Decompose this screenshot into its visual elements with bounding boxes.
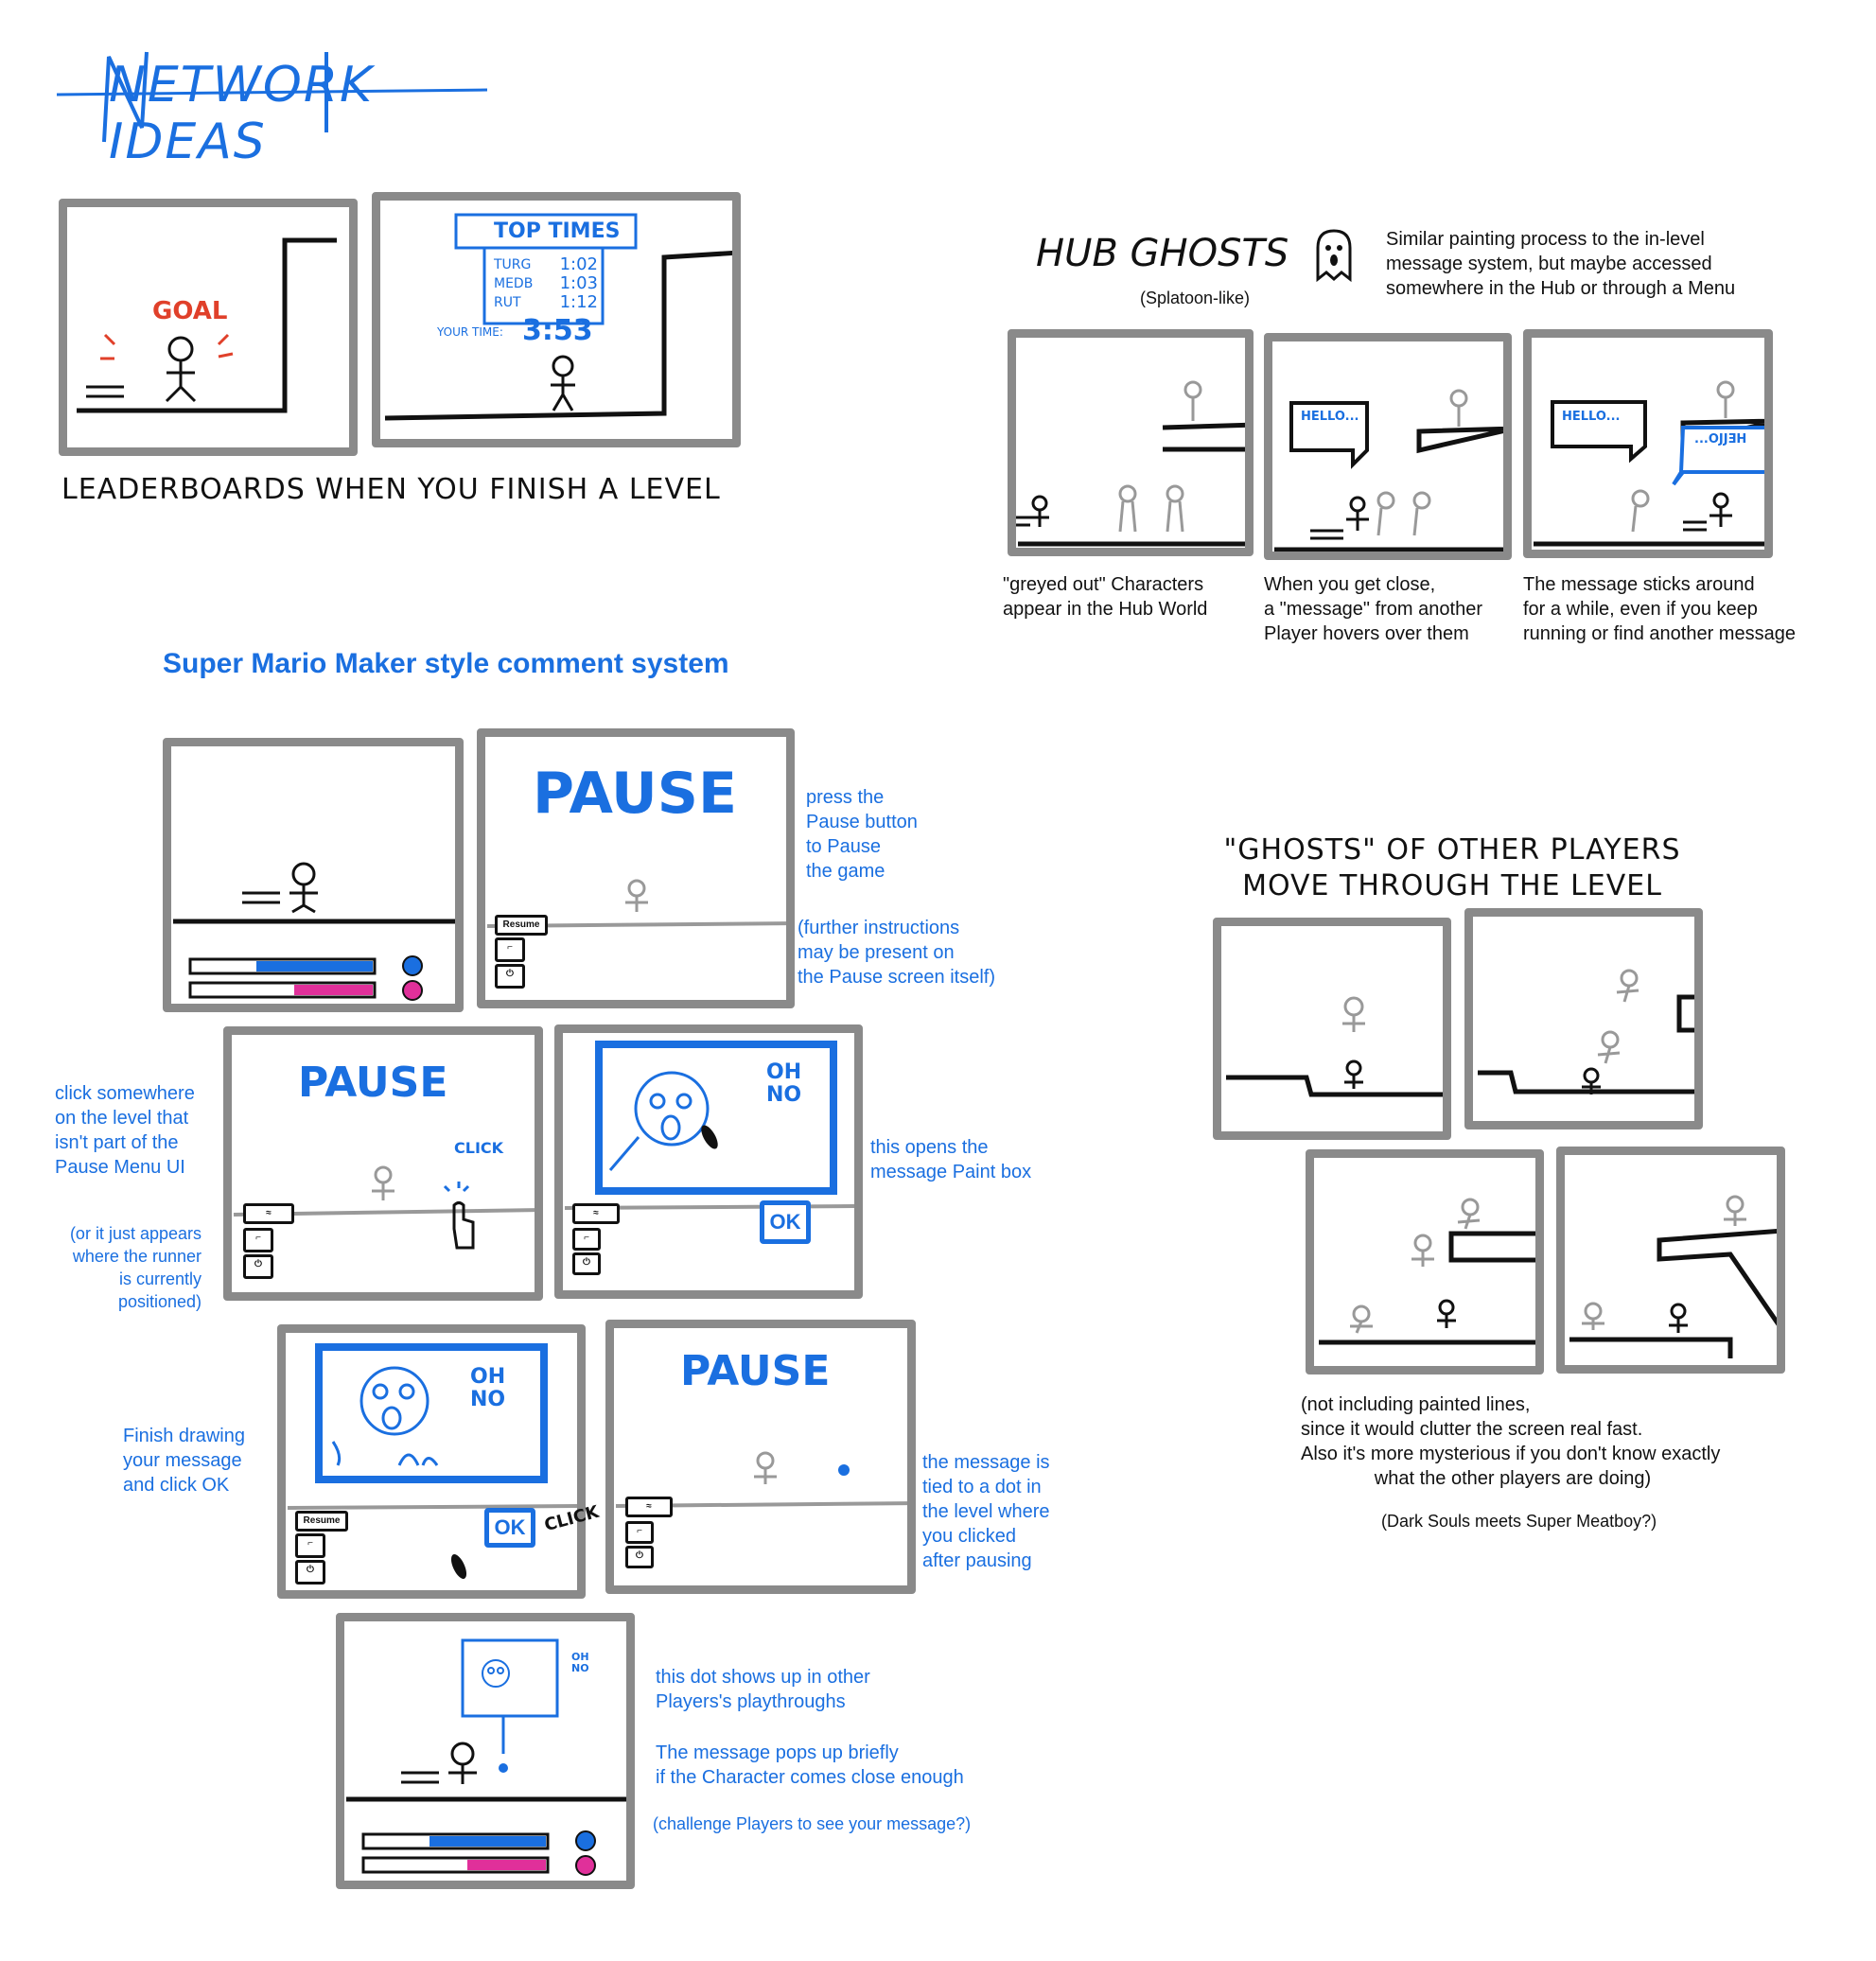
note-tied-to-dot: the message is tied to a dot in the leve… [922,1452,1050,1571]
times-list: TURG 1:02 MEDB 1:03 RUT 1:12 [494,255,598,312]
ghost-scene-1 [1226,996,1443,1097]
ghost-players-footnote: (Dark Souls meets Super Meatboy?) [1381,1512,1657,1531]
resume-button[interactable]: ≈ [572,1203,620,1224]
paint-scene [564,1041,854,1210]
title-block: NETWORK IDEAS [52,38,497,170]
options-button[interactable]: ⌐ [243,1228,273,1252]
note-opens-paint: this opens the message Paint box [870,1137,1032,1182]
resume-button[interactable]: ≈ [243,1203,294,1224]
leaderboard-panel-goal: GOAL [59,199,358,456]
your-time-value: 3:53 [522,314,593,347]
hub-panel-1 [1008,329,1254,556]
ghost-scene-4 [1569,1195,1777,1358]
hub-caption-3: The message sticks around for a while, e… [1523,574,1796,644]
leaderboard-caption: LEADERBOARDS WHEN YOU FINISH A LEVEL [61,473,721,506]
times-row: RUT 1:12 [494,292,598,312]
power-button[interactable]: ⏻ [243,1254,273,1279]
comment-panel-message-pops: OH NO [336,1613,635,1889]
hub-bubble-text-left: HELLO... [1562,410,1621,424]
ghost-scene-2 [1478,969,1694,1094]
hub-panel-2: HELLO... [1264,333,1512,560]
power-button[interactable]: ⏻ [625,1546,654,1568]
note-pops-up: The message pops up briefly if the Chara… [656,1742,964,1788]
resume-button[interactable]: Resume [295,1511,348,1532]
ghost-players-note: (not including painted lines, since it w… [1301,1394,1721,1489]
ok-button[interactable]: OK [760,1200,811,1244]
options-button[interactable]: ⌐ [625,1521,654,1544]
hub-scene-1 [1016,380,1245,547]
click-text: CLICK [454,1139,504,1157]
ghost-panel-1 [1213,918,1451,1140]
comment-panel-finish: OH NO Resume ⌐ ⏻ OK [277,1324,586,1599]
hub-ghosts-description: Similar painting process to the in-level… [1386,229,1736,299]
hub-caption-1: "greyed out" Characters appear in the Hu… [1003,574,1208,620]
times-row: TURG 1:02 [494,254,598,274]
resume-button[interactable]: Resume [495,915,548,936]
comment-panel-click: PAUSE CLICK ≈ ⌐ ⏻ [223,1026,543,1301]
hub-caption-2: When you get close, a "message" from ano… [1264,574,1482,644]
goal-text: GOAL [152,297,228,325]
note-press-pause: press the Pause button to Pause the game [806,787,918,882]
ghost-panel-4 [1556,1147,1785,1374]
note-dot-shows: this dot shows up in other Players's pla… [656,1667,870,1712]
oh-no-text: OH NO [571,1651,589,1674]
note-or-appears: (or it just appears where the runner is … [69,1224,202,1311]
hub-ghosts-subheading: (Splatoon-like) [1140,289,1251,307]
pause-text: PAUSE [533,761,737,827]
ghost-panel-3 [1306,1149,1544,1374]
ghost-scene-3 [1319,1198,1535,1345]
your-time-label: YOUR TIME: [437,325,503,339]
note-click-somewhere: click somewhere on the level that isn't … [55,1083,195,1178]
hub-ghosts-heading: HUB GHOSTS [1036,232,1289,275]
finish-scene [287,1343,577,1579]
hub-bubble-text-mirrored: ...OJJƎH [1694,432,1747,446]
gameplay-scene [173,862,455,1001]
comment-panel-paint: OH NO ≈ ⌐ ⏻ OK [554,1024,863,1299]
power-button[interactable]: ⏻ [495,964,525,989]
resume-button[interactable]: ≈ [625,1497,673,1517]
note-finish-drawing: Finish drawing your message and click OK [123,1426,245,1496]
comment-panel-dot: PAUSE ≈ ⌐ ⏻ [605,1320,916,1594]
power-button[interactable]: ⏻ [572,1252,601,1275]
options-button[interactable]: ⌐ [495,937,525,962]
leaderboard-panel-times: TOP TIMES TURG 1:02 MEDB 1:03 RUT 1:12 Y… [372,192,741,447]
hub-bubble-text: HELLO... [1301,410,1359,424]
ghost-players-heading: "GHOSTS" OF OTHER PLAYERS MOVE THROUGH T… [1223,833,1681,902]
pause-text: PAUSE [680,1347,831,1395]
comment-panel-gameplay [163,738,464,1012]
note-further: (further instructions may be present on … [798,918,995,988]
goal-scene [77,237,337,413]
ghost-icon [1310,227,1358,284]
pause-text: PAUSE [298,1059,448,1107]
comment-panel-pause: PAUSE Resume ⌐ ⏻ [477,728,795,1008]
oh-no-text: OH NO [470,1365,506,1411]
page-title: NETWORK IDEAS [109,57,375,170]
power-button[interactable]: ⏻ [295,1560,325,1585]
options-button[interactable]: ⌐ [572,1228,601,1251]
ghost-panel-2 [1464,908,1703,1129]
note-challenge: (challenge Players to see your message?) [653,1814,972,1833]
oh-no-text: OH NO [766,1060,802,1107]
ok-button[interactable]: OK [484,1508,535,1548]
comment-system-heading: Super Mario Maker style comment system [163,648,729,679]
hub-scene-2 [1274,389,1503,552]
hub-panel-3: HELLO... ...OJJƎH [1523,329,1773,558]
options-button[interactable]: ⌐ [295,1533,325,1558]
top-times-title: TOP TIMES [494,219,621,243]
times-row: MEDB 1:03 [494,273,598,293]
